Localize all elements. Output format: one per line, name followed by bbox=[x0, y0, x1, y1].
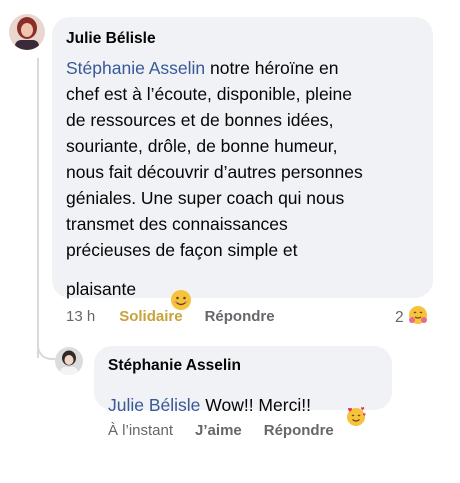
reply-timestamp[interactable]: À l’instant bbox=[108, 422, 173, 439]
comment-bubble: Julie Bélisle Stéphanie Asselin notre hé… bbox=[52, 17, 433, 310]
comment-actions: 13 h Solidaire Répondre bbox=[66, 306, 275, 326]
hug-face-icon bbox=[408, 305, 428, 330]
reply-button[interactable]: Répondre bbox=[264, 422, 334, 439]
mention-link[interactable]: Julie Bélisle bbox=[108, 395, 200, 415]
solidaire-button[interactable]: Solidaire bbox=[119, 308, 182, 325]
reaction-count[interactable]: 2 bbox=[395, 305, 428, 330]
comment-author[interactable]: Julie Bélisle bbox=[66, 29, 156, 49]
like-button[interactable]: J’aime bbox=[195, 422, 242, 439]
reply-author[interactable]: Stéphanie Asselin bbox=[108, 356, 241, 376]
thread-line-curve bbox=[37, 340, 55, 360]
avatar[interactable] bbox=[9, 14, 45, 50]
reply-bubble: Stéphanie Asselin Julie Bélisle Wow!! Me… bbox=[94, 346, 392, 426]
comment-timestamp[interactable]: 13 h bbox=[66, 308, 95, 325]
reply-button[interactable]: Répondre bbox=[205, 308, 275, 325]
thread-line-vertical bbox=[37, 58, 39, 358]
comment-text: Stéphanie Asselin notre héroïne en chef … bbox=[66, 55, 426, 318]
reply-actions: À l’instant J’aime Répondre bbox=[108, 420, 334, 440]
avatar[interactable] bbox=[55, 347, 83, 375]
reaction-count-number: 2 bbox=[395, 308, 404, 326]
mention-link[interactable]: Stéphanie Asselin bbox=[66, 58, 205, 78]
